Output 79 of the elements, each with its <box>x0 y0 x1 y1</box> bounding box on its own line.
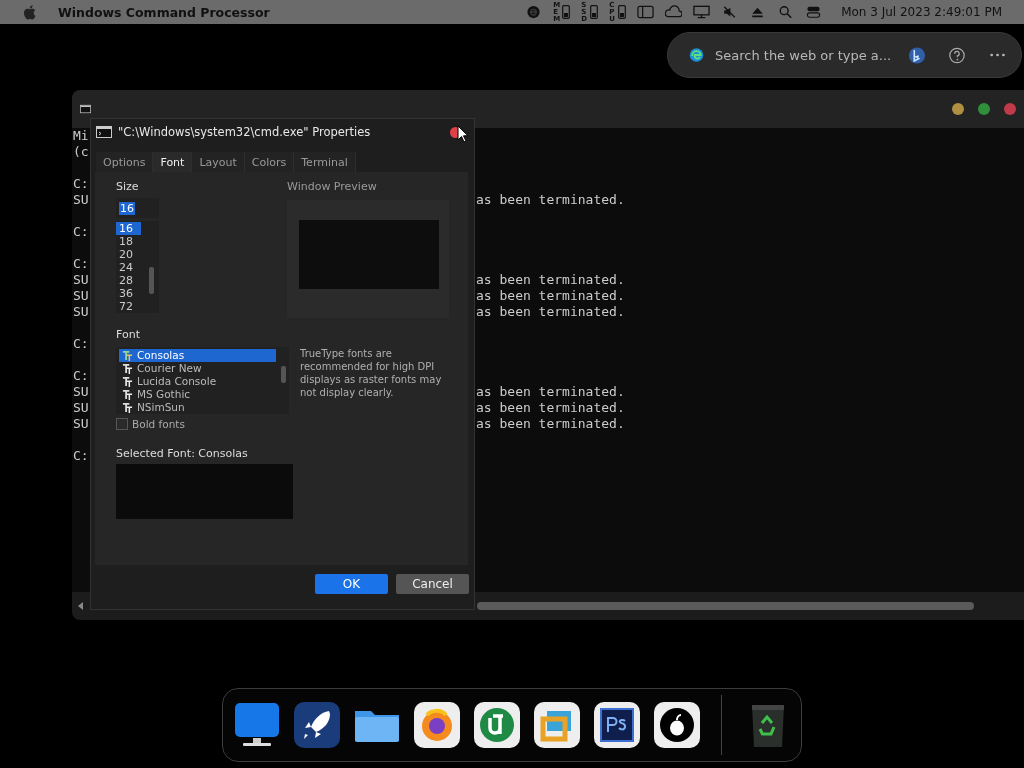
meter-icon[interactable] <box>590 5 599 19</box>
console-text: C: <box>73 448 89 463</box>
console-text: SU <box>73 416 89 431</box>
console-text: as been terminated. <box>476 288 625 303</box>
console-text: SU <box>73 400 89 415</box>
scrollbar-thumb[interactable] <box>477 602 974 610</box>
size-option[interactable]: 16 <box>116 222 141 235</box>
tab[interactable]: Font <box>153 152 193 172</box>
rocket-icon[interactable] <box>293 701 341 749</box>
clock[interactable]: Mon 3 Jul 2023 2:49:01 PM <box>841 5 1002 19</box>
tab[interactable]: Terminal <box>294 152 356 172</box>
console-text: as been terminated. <box>476 272 625 287</box>
console-text: SU <box>73 192 89 207</box>
more-icon[interactable] <box>989 53 1005 57</box>
truetype-icon <box>122 402 133 413</box>
bold-label: Bold fonts <box>132 418 185 430</box>
maximize-button[interactable] <box>978 103 990 115</box>
preview-label: Window Preview <box>287 180 378 193</box>
cursor-icon <box>457 125 469 143</box>
console-text: as been terminated. <box>476 416 625 431</box>
size-option[interactable]: 72 <box>116 300 141 313</box>
help-icon[interactable] <box>948 45 966 65</box>
console-text: SU <box>73 304 89 319</box>
console-text: C: <box>73 368 89 383</box>
size-field[interactable]: 16 <box>116 198 159 218</box>
app-name[interactable]: Windows Command Processor <box>58 4 270 20</box>
font-option[interactable]: Courier New <box>116 362 276 375</box>
console-text: as been terminated. <box>476 400 625 415</box>
console-text: Mi <box>73 128 89 143</box>
font-option[interactable]: Lucida Console <box>116 375 276 388</box>
apple-logo-icon[interactable] <box>653 701 701 749</box>
meter-icon[interactable] <box>618 5 627 19</box>
size-option[interactable]: 24 <box>116 261 141 274</box>
control-center-icon[interactable] <box>805 5 823 19</box>
console-text: C: <box>73 256 89 271</box>
scroll-left-icon[interactable] <box>78 602 83 610</box>
size-option[interactable]: 18 <box>116 235 141 248</box>
console-text: SU <box>73 288 89 303</box>
monitor-icon[interactable] <box>233 701 281 749</box>
font-option[interactable]: MS Gothic <box>116 388 276 401</box>
size-option[interactable]: 20 <box>116 248 141 261</box>
cancel-button[interactable]: Cancel <box>396 574 469 594</box>
truetype-icon <box>122 376 133 387</box>
tab[interactable]: Options <box>96 152 154 172</box>
meter-icon[interactable] <box>562 5 571 19</box>
bold-checkbox[interactable] <box>116 418 128 430</box>
photo-editor-icon[interactable] <box>593 701 641 749</box>
size-option[interactable]: 28 <box>116 274 141 287</box>
dialog-title: "C:\Windows\system32\cmd.exe" Properties <box>118 125 371 139</box>
size-option[interactable]: 36 <box>116 287 141 300</box>
console-text: SU <box>73 272 89 287</box>
tab[interactable]: Layout <box>192 152 245 172</box>
console-text: as been terminated. <box>476 304 625 319</box>
font-label: Font <box>116 328 141 341</box>
console-text: as been terminated. <box>476 192 625 207</box>
font-option[interactable]: NSimSun <box>116 401 276 414</box>
truetype-icon <box>122 350 133 361</box>
console-text: C: <box>73 336 89 351</box>
truetype-note: TrueType fonts are recommended for high DPI displays as raster fonts may not display clearly. <box>300 347 443 400</box>
console-text: as been terminated. <box>476 384 625 399</box>
console-text: C: <box>73 224 89 239</box>
ok-button[interactable]: OK <box>315 574 388 594</box>
console-text: C: <box>73 176 89 191</box>
selected-font-label: Selected Font: Consolas <box>116 447 249 460</box>
console-icon <box>80 104 91 114</box>
size-label: Size <box>116 180 140 193</box>
tab[interactable]: Colors <box>244 152 295 172</box>
scrollbar-thumb[interactable] <box>281 366 286 383</box>
sidebar-icon[interactable] <box>637 5 655 19</box>
cloud-icon[interactable] <box>665 5 683 19</box>
console-text: (c <box>73 144 89 159</box>
console-icon <box>96 126 112 138</box>
truetype-icon <box>122 389 133 400</box>
minimize-button[interactable] <box>952 103 964 115</box>
font-option[interactable]: Consolas <box>119 349 276 362</box>
truetype-icon <box>122 363 133 374</box>
search-field[interactable]: Search the web or type a... <box>715 47 897 63</box>
console-text: SU <box>73 384 89 399</box>
scrollbar-thumb[interactable] <box>149 267 154 294</box>
